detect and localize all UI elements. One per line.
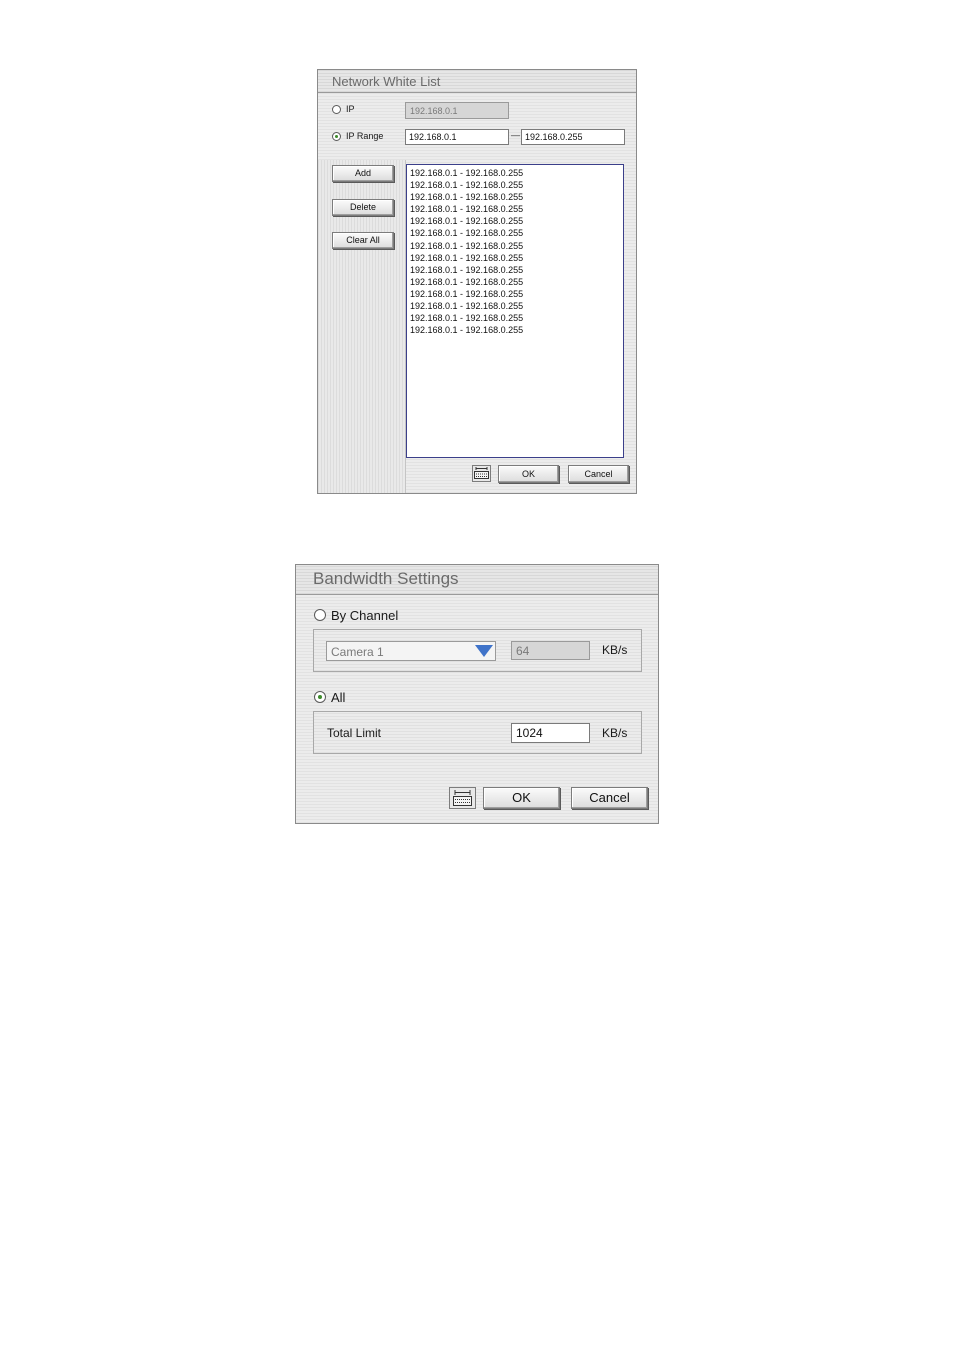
channel-select[interactable]: Camera 1 <box>326 641 496 661</box>
channel-select-value: Camera 1 <box>331 645 384 659</box>
total-limit-unit-label: KB/s <box>602 726 628 740</box>
list-item[interactable]: 192.168.0.1 - 192.168.0.255 <box>407 167 623 179</box>
add-button[interactable]: Add <box>332 165 394 182</box>
all-radio[interactable] <box>314 691 326 703</box>
ok-button[interactable]: OK <box>483 787 560 809</box>
dialog-title-bar: Network White List <box>318 70 636 93</box>
list-item[interactable]: 192.168.0.1 - 192.168.0.255 <box>407 324 623 336</box>
ip-radio[interactable] <box>332 105 341 114</box>
ip-range-label: IP Range <box>346 131 384 141</box>
list-item[interactable]: 192.168.0.1 - 192.168.0.255 <box>407 252 623 264</box>
ip-range-start-field[interactable]: 192.168.0.1 <box>405 129 509 145</box>
list-item[interactable]: 192.168.0.1 - 192.168.0.255 <box>407 191 623 203</box>
delete-button[interactable]: Delete <box>332 199 394 216</box>
list-item[interactable]: 192.168.0.1 - 192.168.0.255 <box>407 240 623 252</box>
by-channel-radio[interactable] <box>314 609 326 621</box>
ip-range-end-field[interactable]: 192.168.0.255 <box>521 129 625 145</box>
by-channel-label: By Channel <box>331 608 399 623</box>
keyboard-icon-graphic <box>453 790 472 806</box>
keyboard-icon-graphic <box>474 467 489 479</box>
radio-selected-dot <box>318 695 322 699</box>
list-item[interactable]: 192.168.0.1 - 192.168.0.255 <box>407 312 623 324</box>
keyboard-icon[interactable] <box>449 787 476 809</box>
white-list-entries[interactable]: 192.168.0.1 - 192.168.0.255 192.168.0.1 … <box>406 164 624 458</box>
all-group: Total Limit 1024 KB/s <box>313 711 642 754</box>
list-item[interactable]: 192.168.0.1 - 192.168.0.255 <box>407 215 623 227</box>
ip-label: IP <box>346 104 355 114</box>
cancel-button[interactable]: Cancel <box>571 787 648 809</box>
list-item[interactable]: 192.168.0.1 - 192.168.0.255 <box>407 203 623 215</box>
by-channel-group: Camera 1 64 KB/s <box>313 629 642 672</box>
bandwidth-settings-dialog: Bandwidth Settings By Channel Camera 1 6… <box>295 564 659 824</box>
dialog-title: Bandwidth Settings <box>313 569 459 588</box>
dialog-title: Network White List <box>332 74 441 89</box>
all-label: All <box>331 690 346 705</box>
ip-field[interactable]: 192.168.0.1 <box>405 102 509 119</box>
dialog-title-bar: Bandwidth Settings <box>296 565 658 595</box>
ip-range-radio[interactable] <box>332 132 341 141</box>
total-limit-label: Total Limit <box>327 726 382 740</box>
list-item[interactable]: 192.168.0.1 - 192.168.0.255 <box>407 300 623 312</box>
ok-button[interactable]: OK <box>498 465 559 483</box>
list-item[interactable]: 192.168.0.1 - 192.168.0.255 <box>407 264 623 276</box>
list-item[interactable]: 192.168.0.1 - 192.168.0.255 <box>407 179 623 191</box>
ip-range-separator: — <box>511 130 520 140</box>
chevron-down-icon <box>475 645 493 657</box>
total-limit-field[interactable]: 1024 <box>511 723 590 743</box>
list-item[interactable]: 192.168.0.1 - 192.168.0.255 <box>407 288 623 300</box>
radio-selected-dot <box>335 135 338 138</box>
list-item[interactable]: 192.168.0.1 - 192.168.0.255 <box>407 276 623 288</box>
list-item[interactable]: 192.168.0.1 - 192.168.0.255 <box>407 227 623 239</box>
network-white-list-dialog: Network White List IP 192.168.0.1 IP Ran… <box>317 69 637 494</box>
cancel-button[interactable]: Cancel <box>568 465 629 483</box>
keyboard-icon[interactable] <box>472 465 491 482</box>
clear-all-button[interactable]: Clear All <box>332 232 394 249</box>
channel-unit-label: KB/s <box>602 643 628 657</box>
channel-bandwidth-field[interactable]: 64 <box>511 641 590 660</box>
